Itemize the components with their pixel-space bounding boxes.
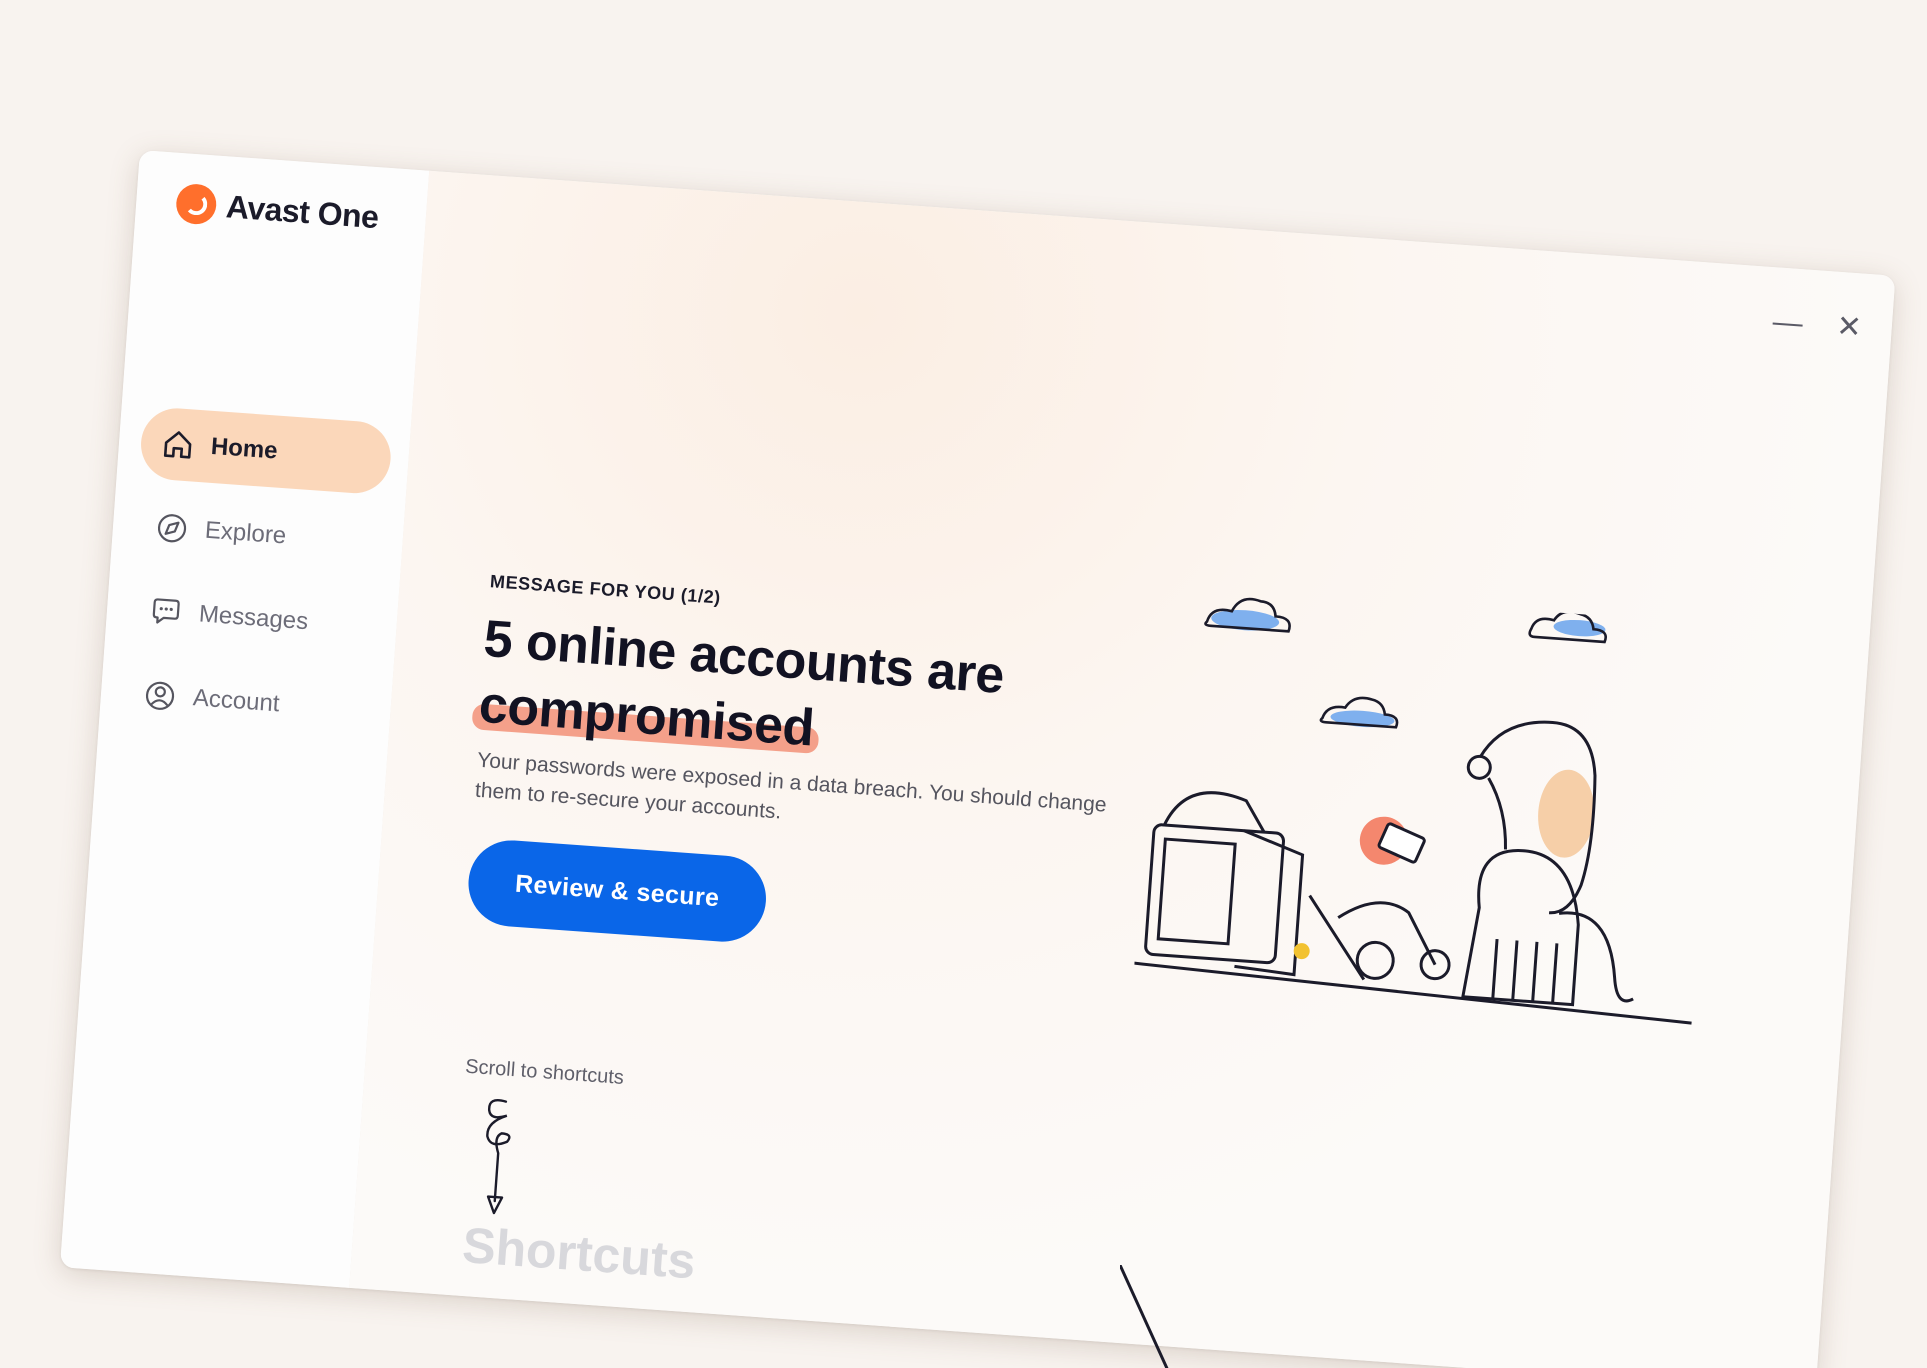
window-controls: — ✕ [1772,305,1863,345]
chat-bubble-icon [148,594,184,630]
review-secure-button[interactable]: Review & secure [465,837,769,945]
message-counter-label: MESSAGE FOR YOU (1/2) [489,571,722,608]
doghouse-bag-icon [1144,791,1305,977]
app-logo: Avast One [174,182,380,237]
minimize-button[interactable]: — [1772,305,1804,340]
sidebar-item-label: Home [210,432,279,465]
main-content: — ✕ MESSAGE FOR YOU (1/2) 5 online accou… [349,170,1896,1368]
sidebar-item-label: Account [192,684,281,718]
cloud-icon [1319,696,1399,729]
security-illustration [1134,597,1692,1025]
app-window: Avast One Home Explore Messages Account … [59,150,1896,1368]
compass-icon [154,510,190,546]
sidebar-item-messages[interactable]: Messages [127,573,382,663]
avast-logo-icon [174,182,218,226]
stage: Avast One Home Explore Messages Account … [0,0,1927,1368]
close-button[interactable]: ✕ [1835,310,1862,345]
sidebar-item-label: Messages [198,600,310,636]
cloud-icon [1204,597,1291,633]
sidebar-item-home[interactable]: Home [138,405,394,496]
sidebar-nav: Home Explore Messages Account [120,405,394,759]
user-circle-icon [142,678,178,714]
shortcuts-heading: Shortcuts [460,1216,698,1290]
dog-icon [1461,720,1634,1007]
ground-line [1134,961,1692,1025]
cloud-icon [1528,610,1607,644]
bike-card-icon [1293,816,1451,981]
home-icon [160,426,196,462]
sidebar-item-label: Explore [204,516,288,550]
sidebar-item-account[interactable]: Account [121,657,376,747]
cable-line [1120,1265,1169,1368]
sidebar-item-explore[interactable]: Explore [133,490,388,580]
scroll-hint[interactable]: Scroll to shortcuts [464,1056,625,1090]
squiggle-arrow-icon [486,1098,511,1215]
app-name: Avast One [224,187,380,235]
